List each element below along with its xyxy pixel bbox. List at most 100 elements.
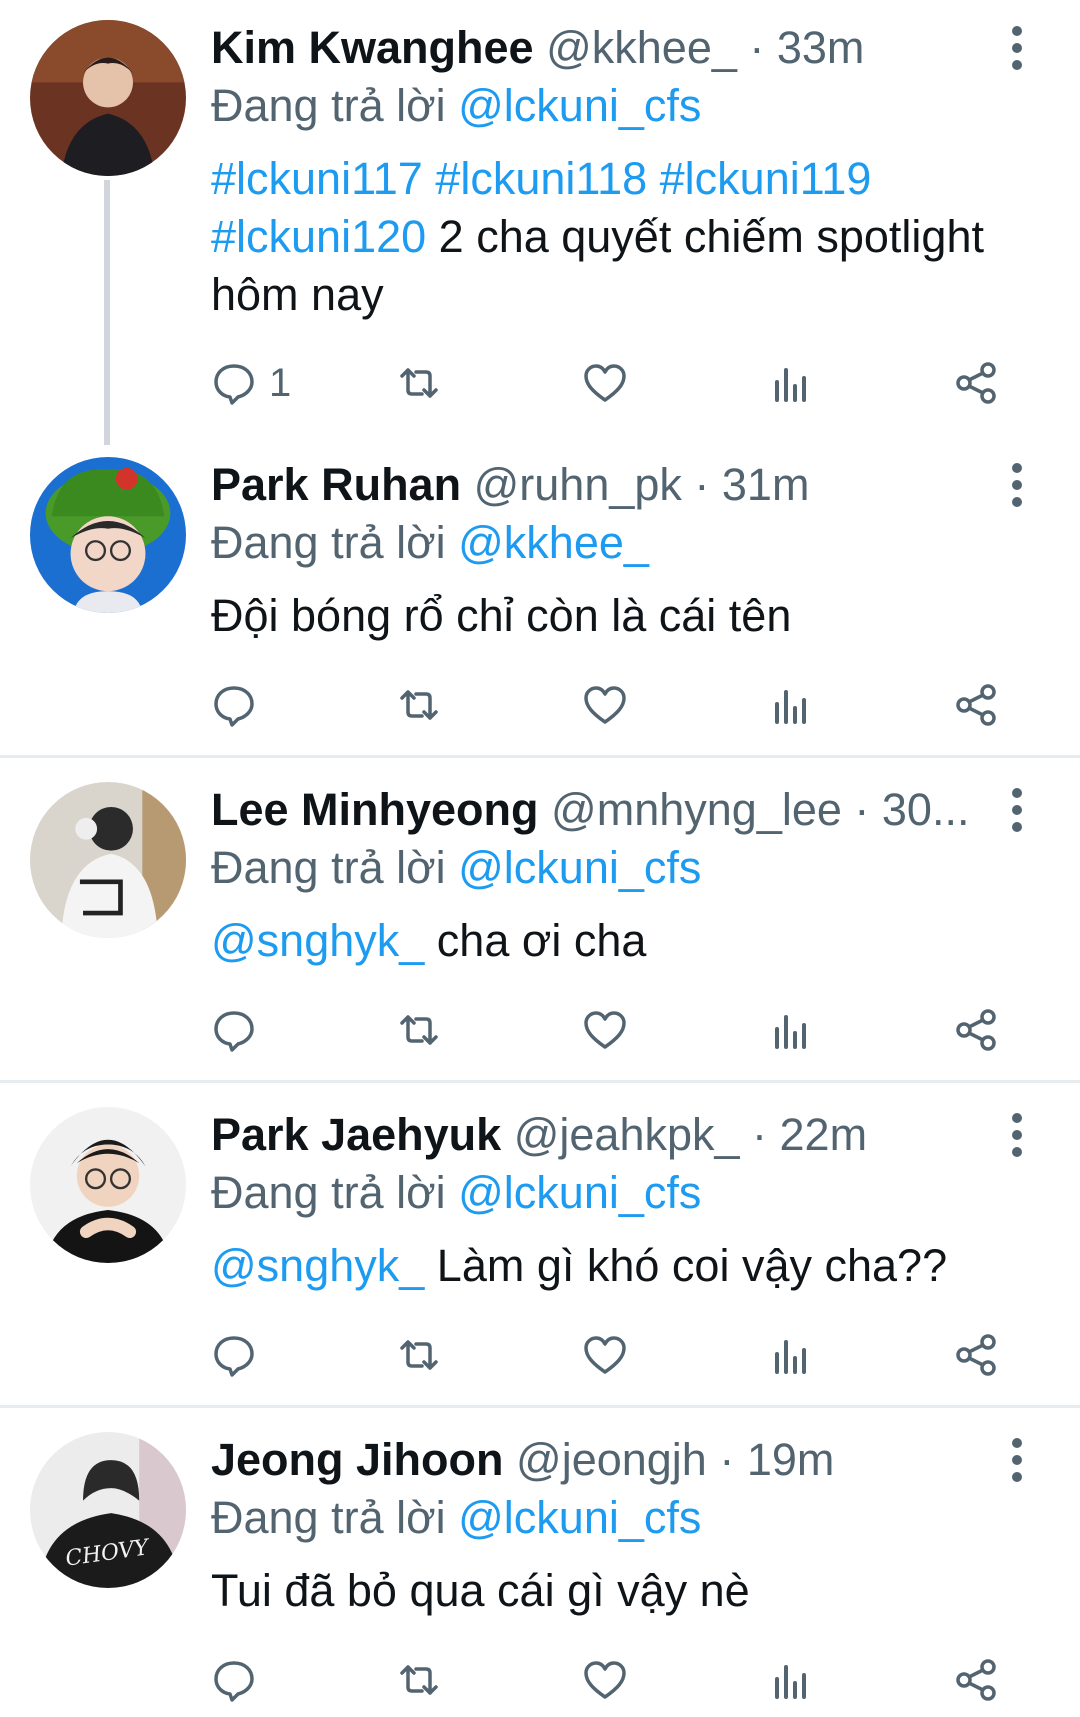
retweet-button[interactable] bbox=[396, 355, 442, 411]
retweet-button[interactable] bbox=[396, 1652, 442, 1708]
avatar[interactable] bbox=[30, 1107, 186, 1263]
reply-button[interactable] bbox=[211, 1652, 257, 1708]
handle-time[interactable]: @jeahkpk_ · 22m bbox=[514, 1109, 867, 1160]
tweet-text: #lckuni117 #lckuni118 #lckuni119 #lckuni… bbox=[211, 150, 1001, 324]
replying-to: Đang trả lời @kkhee_ bbox=[211, 515, 649, 571]
action-bar bbox=[211, 677, 1011, 737]
tweet-text: Tui đã bỏ qua cái gì vậy nè bbox=[211, 1565, 750, 1616]
analytics-button[interactable] bbox=[768, 1652, 814, 1708]
avatar[interactable] bbox=[30, 782, 186, 938]
share-button[interactable] bbox=[953, 1327, 999, 1383]
analytics-icon bbox=[775, 1665, 806, 1699]
replying-mention[interactable]: @lckuni_cfs bbox=[458, 842, 701, 893]
replying-mention[interactable]: @lckuni_cfs bbox=[458, 1492, 701, 1543]
retweet-icon bbox=[400, 368, 438, 398]
handle-time[interactable]: @jeongjh · 19m bbox=[516, 1434, 834, 1485]
reply-button[interactable] bbox=[211, 1327, 257, 1383]
more-icon[interactable] bbox=[1000, 457, 1034, 513]
tweet-header: Kim Kwanghee @kkhee_ · 33m bbox=[211, 20, 991, 76]
more-icon[interactable] bbox=[1000, 782, 1034, 838]
retweet-icon bbox=[400, 1015, 438, 1045]
action-bar bbox=[211, 1652, 1011, 1712]
replying-to: Đang trả lời @lckuni_cfs bbox=[211, 840, 701, 896]
replying-prefix: Đang trả lời bbox=[211, 517, 446, 568]
like-icon bbox=[584, 686, 626, 724]
share-button[interactable] bbox=[953, 677, 999, 733]
replying-prefix: Đang trả lời bbox=[211, 80, 446, 131]
reply-button[interactable]: 1 bbox=[211, 355, 291, 411]
like-button[interactable] bbox=[582, 1327, 628, 1383]
display-name[interactable]: Park Jaehyuk bbox=[211, 1109, 501, 1160]
avatar[interactable]: CHOVY bbox=[30, 1432, 186, 1588]
replying-to: Đang trả lời @lckuni_cfs bbox=[211, 78, 701, 134]
more-icon[interactable] bbox=[1000, 1432, 1034, 1488]
thread-line bbox=[104, 180, 110, 445]
tweet-text-content: cha ơi cha bbox=[424, 915, 647, 966]
tweet-text-content: Làm gì khó coi vậy cha?? bbox=[424, 1240, 948, 1291]
like-icon bbox=[584, 1011, 626, 1049]
tweet-text: Đội bóng rổ chỉ còn là cái tên bbox=[211, 590, 792, 641]
replying-mention[interactable]: @kkhee_ bbox=[458, 517, 649, 568]
reply-icon bbox=[214, 1336, 254, 1377]
more-icon[interactable] bbox=[1000, 1107, 1034, 1163]
tweet-3[interactable]: Lee Minhyeong @mnhyng_lee · 30... Đang t… bbox=[0, 758, 1080, 1080]
display-name[interactable]: Lee Minhyeong bbox=[211, 784, 539, 835]
handle-time[interactable]: @ruhn_pk · 31m bbox=[474, 459, 810, 510]
share-icon bbox=[956, 1009, 996, 1051]
mention-link[interactable]: @snghyk_ bbox=[211, 915, 424, 966]
tweet-text: @snghyk_ Làm gì khó coi vậy cha?? bbox=[211, 1237, 1001, 1295]
analytics-icon bbox=[775, 1015, 806, 1049]
retweet-icon bbox=[400, 1665, 438, 1695]
reply-icon bbox=[214, 1011, 254, 1052]
tweet-1[interactable]: Kim Kwanghee @kkhee_ · 33m Đang trả lời … bbox=[0, 0, 1080, 445]
avatar[interactable] bbox=[30, 20, 186, 176]
retweet-button[interactable] bbox=[396, 1002, 442, 1058]
display-name[interactable]: Park Ruhan bbox=[211, 459, 461, 510]
replying-mention[interactable]: @lckuni_cfs bbox=[458, 1167, 701, 1218]
analytics-icon bbox=[775, 1340, 806, 1374]
display-name[interactable]: Kim Kwanghee bbox=[211, 22, 534, 73]
display-name[interactable]: Jeong Jihoon bbox=[211, 1434, 504, 1485]
share-icon bbox=[956, 1659, 996, 1701]
like-button[interactable] bbox=[582, 677, 628, 733]
share-button[interactable] bbox=[953, 1652, 999, 1708]
reply-count: 1 bbox=[269, 360, 292, 405]
like-icon bbox=[584, 1336, 626, 1374]
more-icon[interactable] bbox=[1000, 20, 1034, 76]
tweet-header: Park Jaehyuk @jeahkpk_ · 22m bbox=[211, 1107, 991, 1163]
replying-prefix: Đang trả lời bbox=[211, 1492, 446, 1543]
analytics-button[interactable] bbox=[768, 677, 814, 733]
analytics-button[interactable] bbox=[768, 355, 814, 411]
action-bar bbox=[211, 1002, 1011, 1062]
replying-mention[interactable]: @lckuni_cfs bbox=[458, 80, 701, 131]
tweet-4[interactable]: Park Jaehyuk @jeahkpk_ · 22m Đang trả lờ… bbox=[0, 1083, 1080, 1405]
reply-button[interactable] bbox=[211, 677, 257, 733]
retweet-icon bbox=[400, 690, 438, 720]
action-bar: 1 bbox=[211, 355, 1011, 415]
analytics-button[interactable] bbox=[768, 1002, 814, 1058]
tweet-2[interactable]: Park Ruhan @ruhn_pk · 31m Đang trả lời @… bbox=[0, 445, 1080, 747]
share-button[interactable] bbox=[953, 1002, 999, 1058]
replying-prefix: Đang trả lời bbox=[211, 1167, 446, 1218]
tweet-header: Jeong Jihoon @jeongjh · 19m bbox=[211, 1432, 991, 1488]
handle-time[interactable]: @kkhee_ · 33m bbox=[546, 22, 864, 73]
handle-time[interactable]: @mnhyng_lee · 30... bbox=[551, 784, 969, 835]
tweet-5[interactable]: CHOVY Jeong Jihoon @jeongjh · 19m Đang t… bbox=[0, 1408, 1080, 1717]
reply-button[interactable] bbox=[211, 1002, 257, 1058]
mention-link[interactable]: @snghyk_ bbox=[211, 1240, 424, 1291]
avatar[interactable] bbox=[30, 457, 186, 613]
like-button[interactable] bbox=[582, 355, 628, 411]
retweet-button[interactable] bbox=[396, 1327, 442, 1383]
tweet-header: Park Ruhan @ruhn_pk · 31m bbox=[211, 457, 991, 513]
retweet-button[interactable] bbox=[396, 677, 442, 733]
action-bar bbox=[211, 1327, 1011, 1387]
retweet-icon bbox=[400, 1340, 438, 1370]
reply-icon bbox=[214, 364, 254, 405]
tweet-header: Lee Minhyeong @mnhyng_lee · 30... bbox=[211, 782, 991, 838]
replying-to: Đang trả lời @lckuni_cfs bbox=[211, 1165, 701, 1221]
reply-icon bbox=[214, 1661, 254, 1702]
like-button[interactable] bbox=[582, 1652, 628, 1708]
like-button[interactable] bbox=[582, 1002, 628, 1058]
analytics-button[interactable] bbox=[768, 1327, 814, 1383]
share-button[interactable] bbox=[953, 355, 999, 411]
